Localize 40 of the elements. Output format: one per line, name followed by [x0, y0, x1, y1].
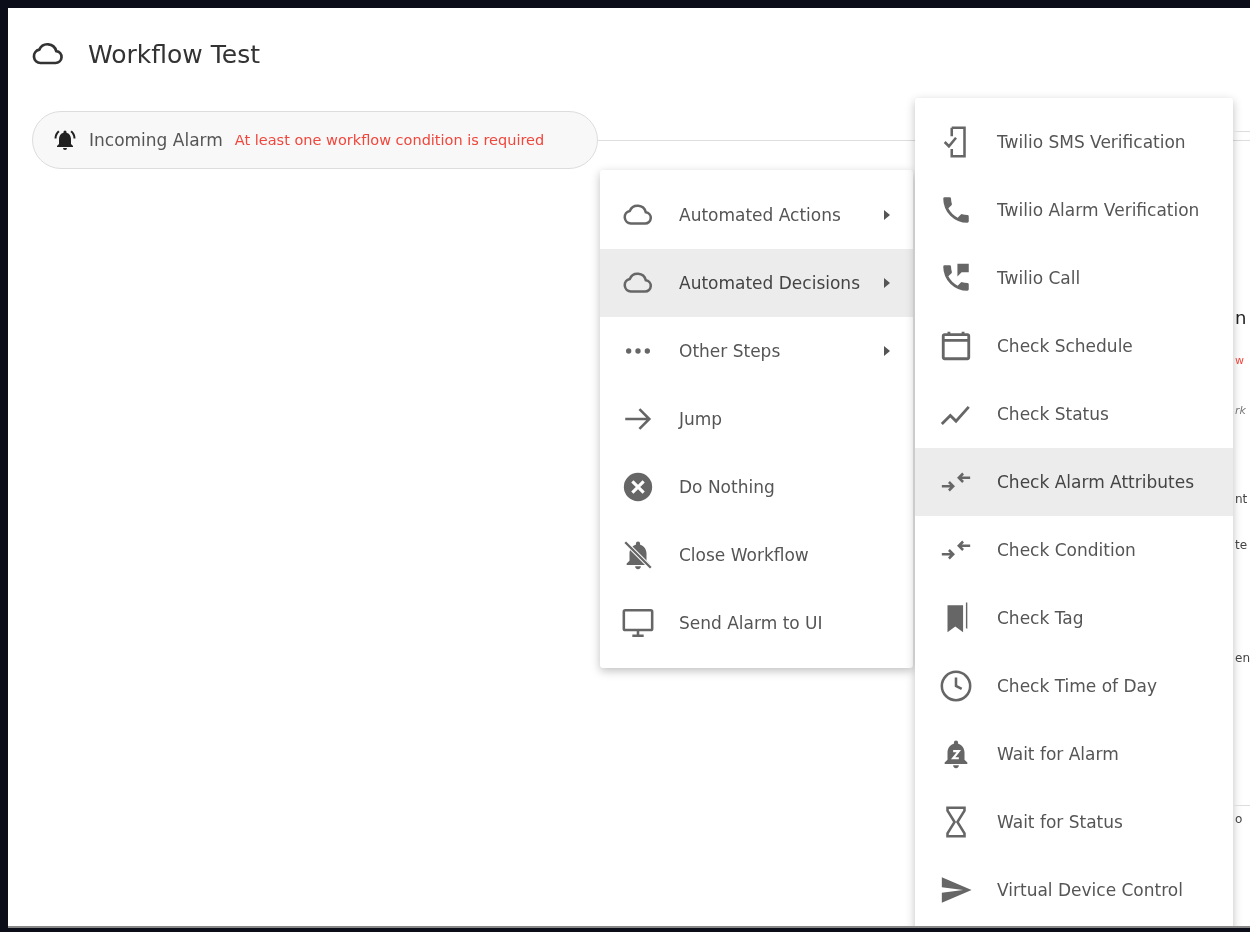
menu-item[interactable]: Wait for Status	[915, 788, 1233, 856]
caret-icon	[883, 209, 891, 221]
panel-text: o	[1235, 812, 1243, 826]
menu-item[interactable]: Twilio SMS Verification	[915, 108, 1233, 176]
menu-item[interactable]: Other Steps	[600, 317, 913, 385]
menu-item[interactable]: Twilio Call	[915, 244, 1233, 312]
cancel-icon	[621, 470, 655, 504]
panel-text: en	[1235, 651, 1250, 665]
panel-text: w	[1235, 354, 1244, 367]
panel-text: n	[1235, 307, 1247, 328]
menu-item[interactable]: Send Alarm to UI	[600, 589, 913, 657]
menu-item[interactable]: Wait for Alarm	[915, 720, 1233, 788]
menu-item[interactable]: Automated Decisions	[600, 249, 913, 317]
bell-off-icon	[621, 538, 655, 572]
menu-item[interactable]: Twilio Alarm Verification	[915, 176, 1233, 244]
panel-text: rk	[1235, 404, 1246, 417]
menu-item[interactable]: Check Schedule	[915, 312, 1233, 380]
monitor-icon	[621, 606, 655, 640]
alarm-bell-icon	[53, 128, 77, 152]
trigger-node[interactable]: Incoming Alarm At least one workflow condition is required	[32, 111, 598, 169]
trigger-label: Incoming Alarm	[89, 130, 223, 150]
more-icon	[624, 347, 652, 355]
menu-item[interactable]: Check Tag	[915, 584, 1233, 652]
menu-item[interactable]: Check Time of Day	[915, 652, 1233, 720]
panel-text: te	[1235, 538, 1248, 552]
page-title: Workflow Test	[88, 39, 260, 69]
menu-item[interactable]: Virtual Device Control	[915, 856, 1233, 924]
panel-text: nt	[1235, 492, 1248, 506]
caret-icon	[883, 277, 891, 289]
menu-item[interactable]: Do Nothing	[600, 453, 913, 521]
clock-icon	[939, 669, 973, 703]
menu-item[interactable]: Automated Actions	[600, 181, 913, 249]
menu-item[interactable]: Close Workflow	[600, 521, 913, 589]
error-message: At least one workflow condition is required	[234, 132, 545, 148]
menu-item[interactable]: Jump	[600, 385, 913, 453]
calendar-icon	[939, 329, 973, 363]
caret-icon	[883, 345, 891, 357]
menu-item[interactable]: Check Condition	[915, 516, 1233, 584]
menu-item[interactable]: Check Status	[915, 380, 1233, 448]
menu-item[interactable]: Check Alarm Attributes	[915, 448, 1233, 516]
